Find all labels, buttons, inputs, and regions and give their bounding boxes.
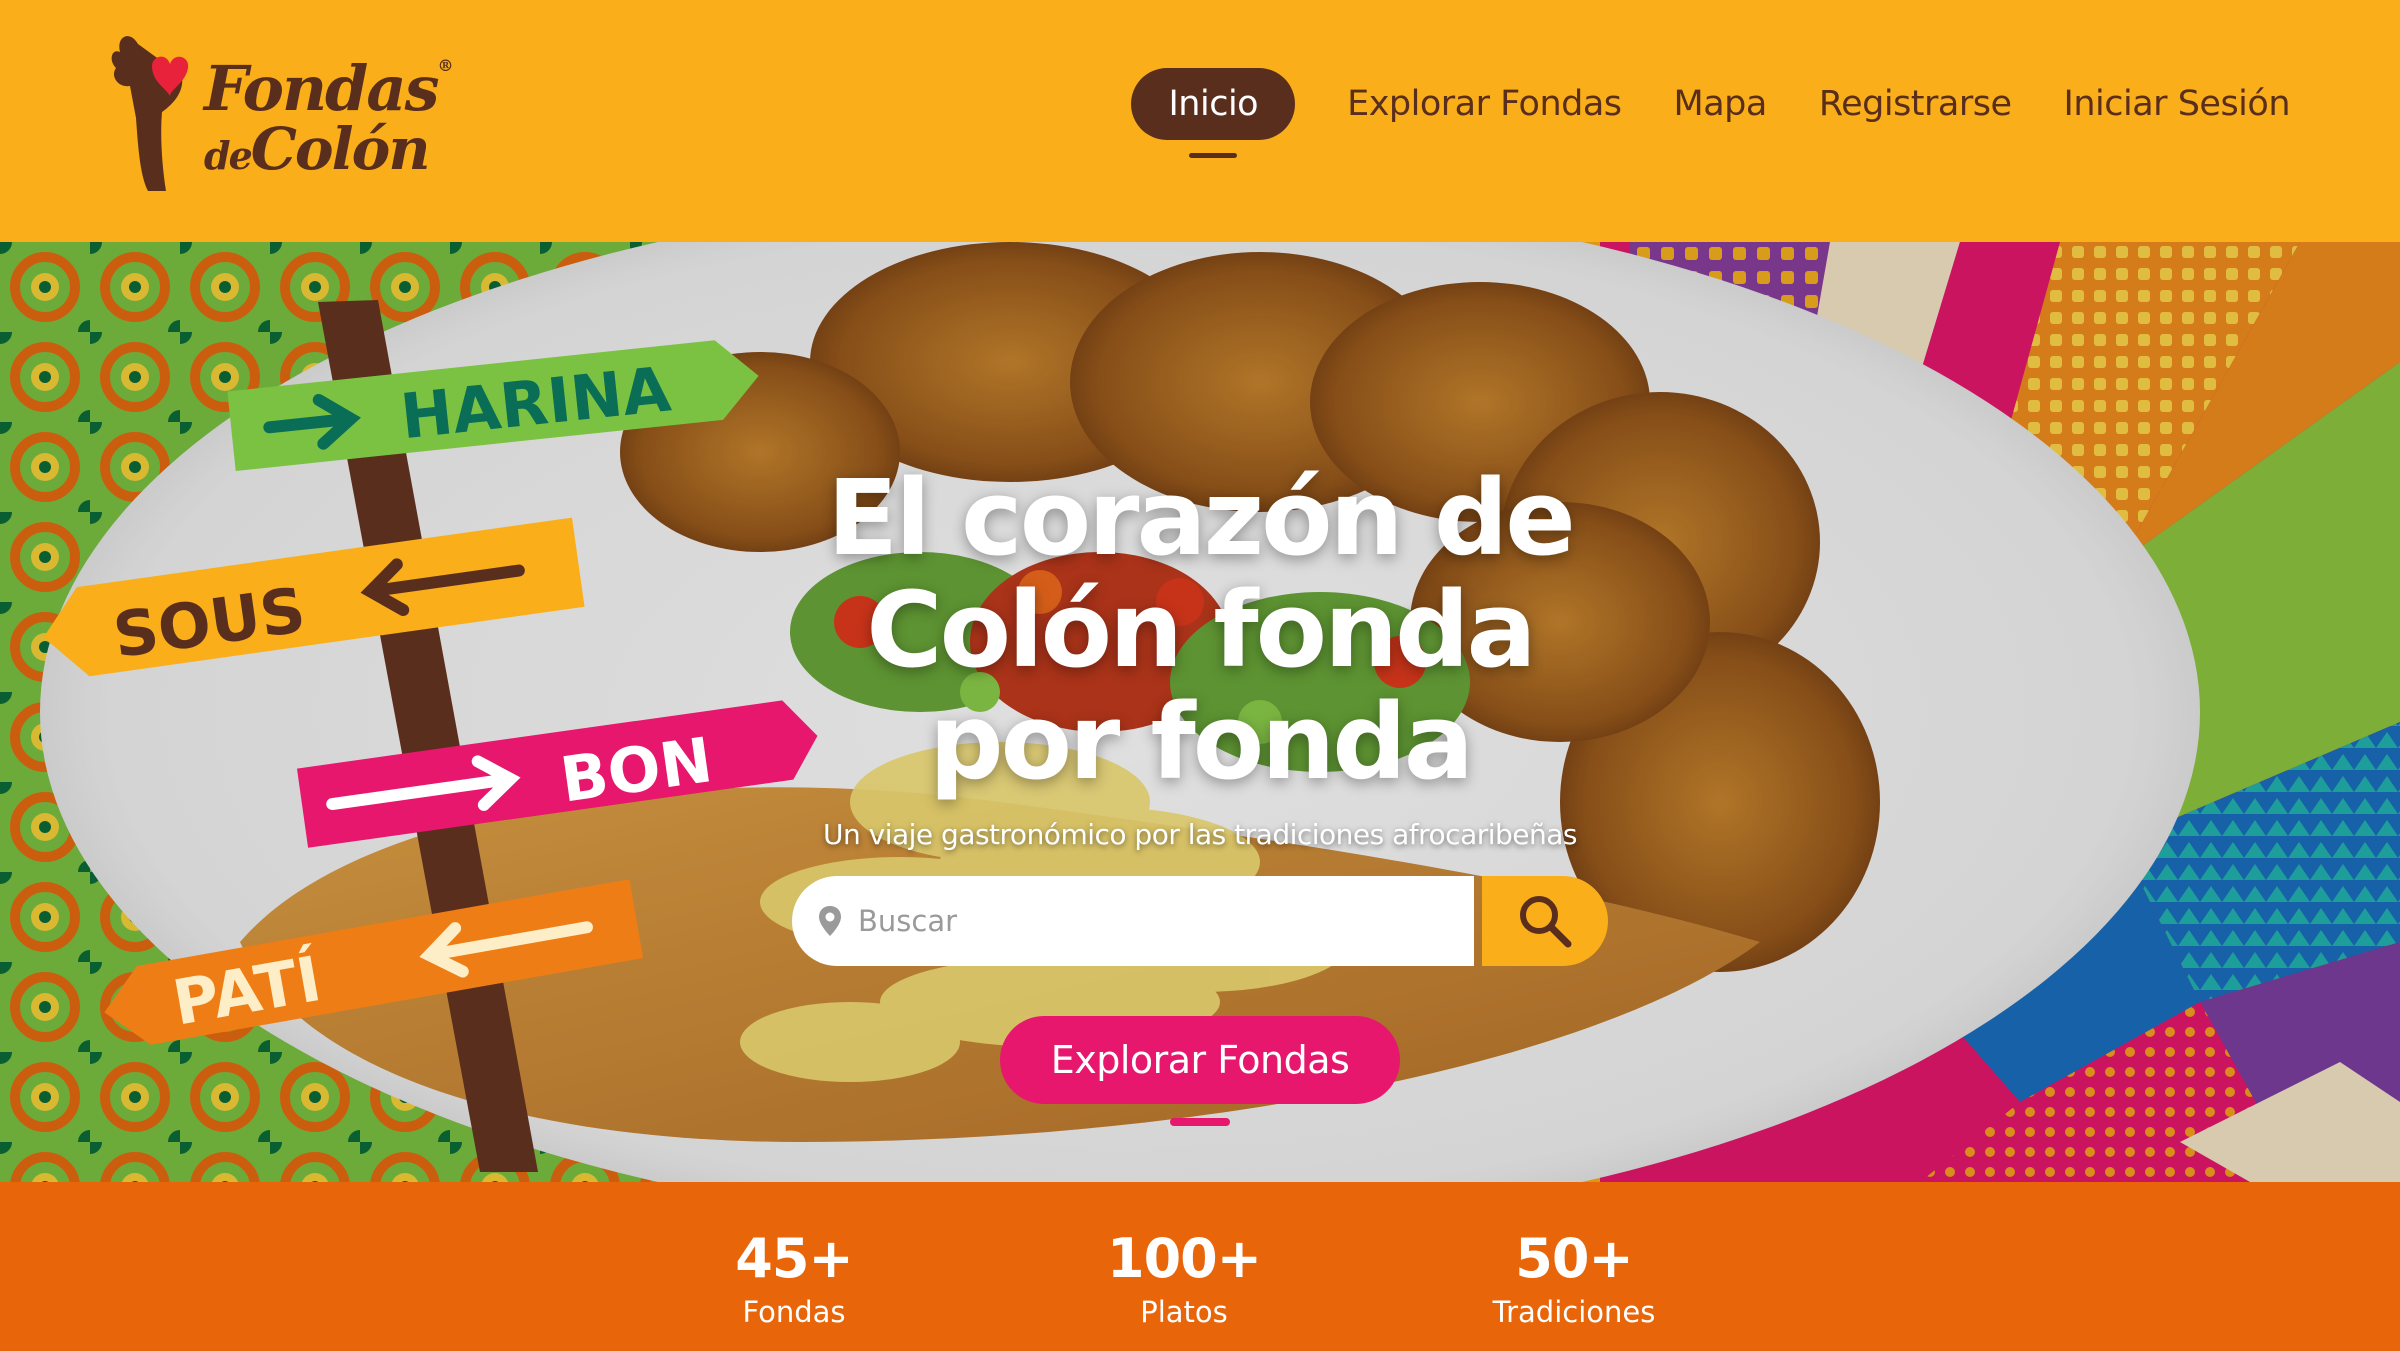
stat-tradiciones: 50+ Tradiciones xyxy=(1444,1228,1704,1330)
map-pin-icon xyxy=(819,906,841,936)
search-icon xyxy=(1520,896,1572,948)
search-input[interactable] xyxy=(858,904,1418,938)
nav-item-explorar-fondas[interactable]: Explorar Fondas xyxy=(1347,84,1622,124)
hero-title-line2: Colón fonda xyxy=(866,569,1536,691)
nav-item-inicio[interactable]: Inicio xyxy=(1131,68,1296,140)
stat-label: Fondas xyxy=(742,1295,846,1329)
stat-value: 45+ xyxy=(735,1227,853,1290)
search-button[interactable] xyxy=(1482,876,1608,966)
nav-item-iniciar-sesion[interactable]: Iniciar Sesión xyxy=(2064,84,2291,124)
brand-logo[interactable]: Fondas® deColón xyxy=(108,26,454,196)
site-header: Fondas® deColón Inicio Explorar Fondas M… xyxy=(0,0,2400,242)
search-bar xyxy=(792,876,1474,966)
stat-value: 50+ xyxy=(1515,1227,1633,1290)
hero-title-line3: por fonda xyxy=(929,681,1474,803)
nav-item-registrarse[interactable]: Registrarse xyxy=(1819,84,2012,124)
stat-label: Tradiciones xyxy=(1492,1295,1656,1329)
heart-hand-logo-icon xyxy=(111,36,189,191)
hero-section: HARINA SOUS BON PATÍ El corazón de Colón… xyxy=(0,242,2400,1182)
stat-label: Platos xyxy=(1140,1295,1228,1329)
nav-item-mapa[interactable]: Mapa xyxy=(1674,84,1768,124)
brand-name-line2: Colón xyxy=(250,115,431,183)
hero-title: El corazón de Colón fonda por fonda xyxy=(780,462,1620,798)
brand-wordmark: Fondas® deColón xyxy=(204,56,454,179)
stat-value: 100+ xyxy=(1107,1227,1262,1290)
explore-fondas-button[interactable]: Explorar Fondas xyxy=(1000,1016,1400,1104)
stat-fondas: 45+ Fondas xyxy=(664,1228,924,1330)
brand-name-de: de xyxy=(204,133,253,178)
registered-mark: ® xyxy=(437,56,454,75)
hero-subtitle: Un viaje gastronómico por las tradicione… xyxy=(822,818,1578,851)
main-nav: Inicio Explorar Fondas Mapa Registrarse … xyxy=(1131,68,2291,140)
hero-title-line1: El corazón de xyxy=(827,457,1576,579)
stats-band: 45+ Fondas 100+ Platos 50+ Tradiciones xyxy=(0,1182,2400,1351)
stat-platos: 100+ Platos xyxy=(1054,1228,1314,1330)
cta-indicator xyxy=(1170,1118,1230,1126)
